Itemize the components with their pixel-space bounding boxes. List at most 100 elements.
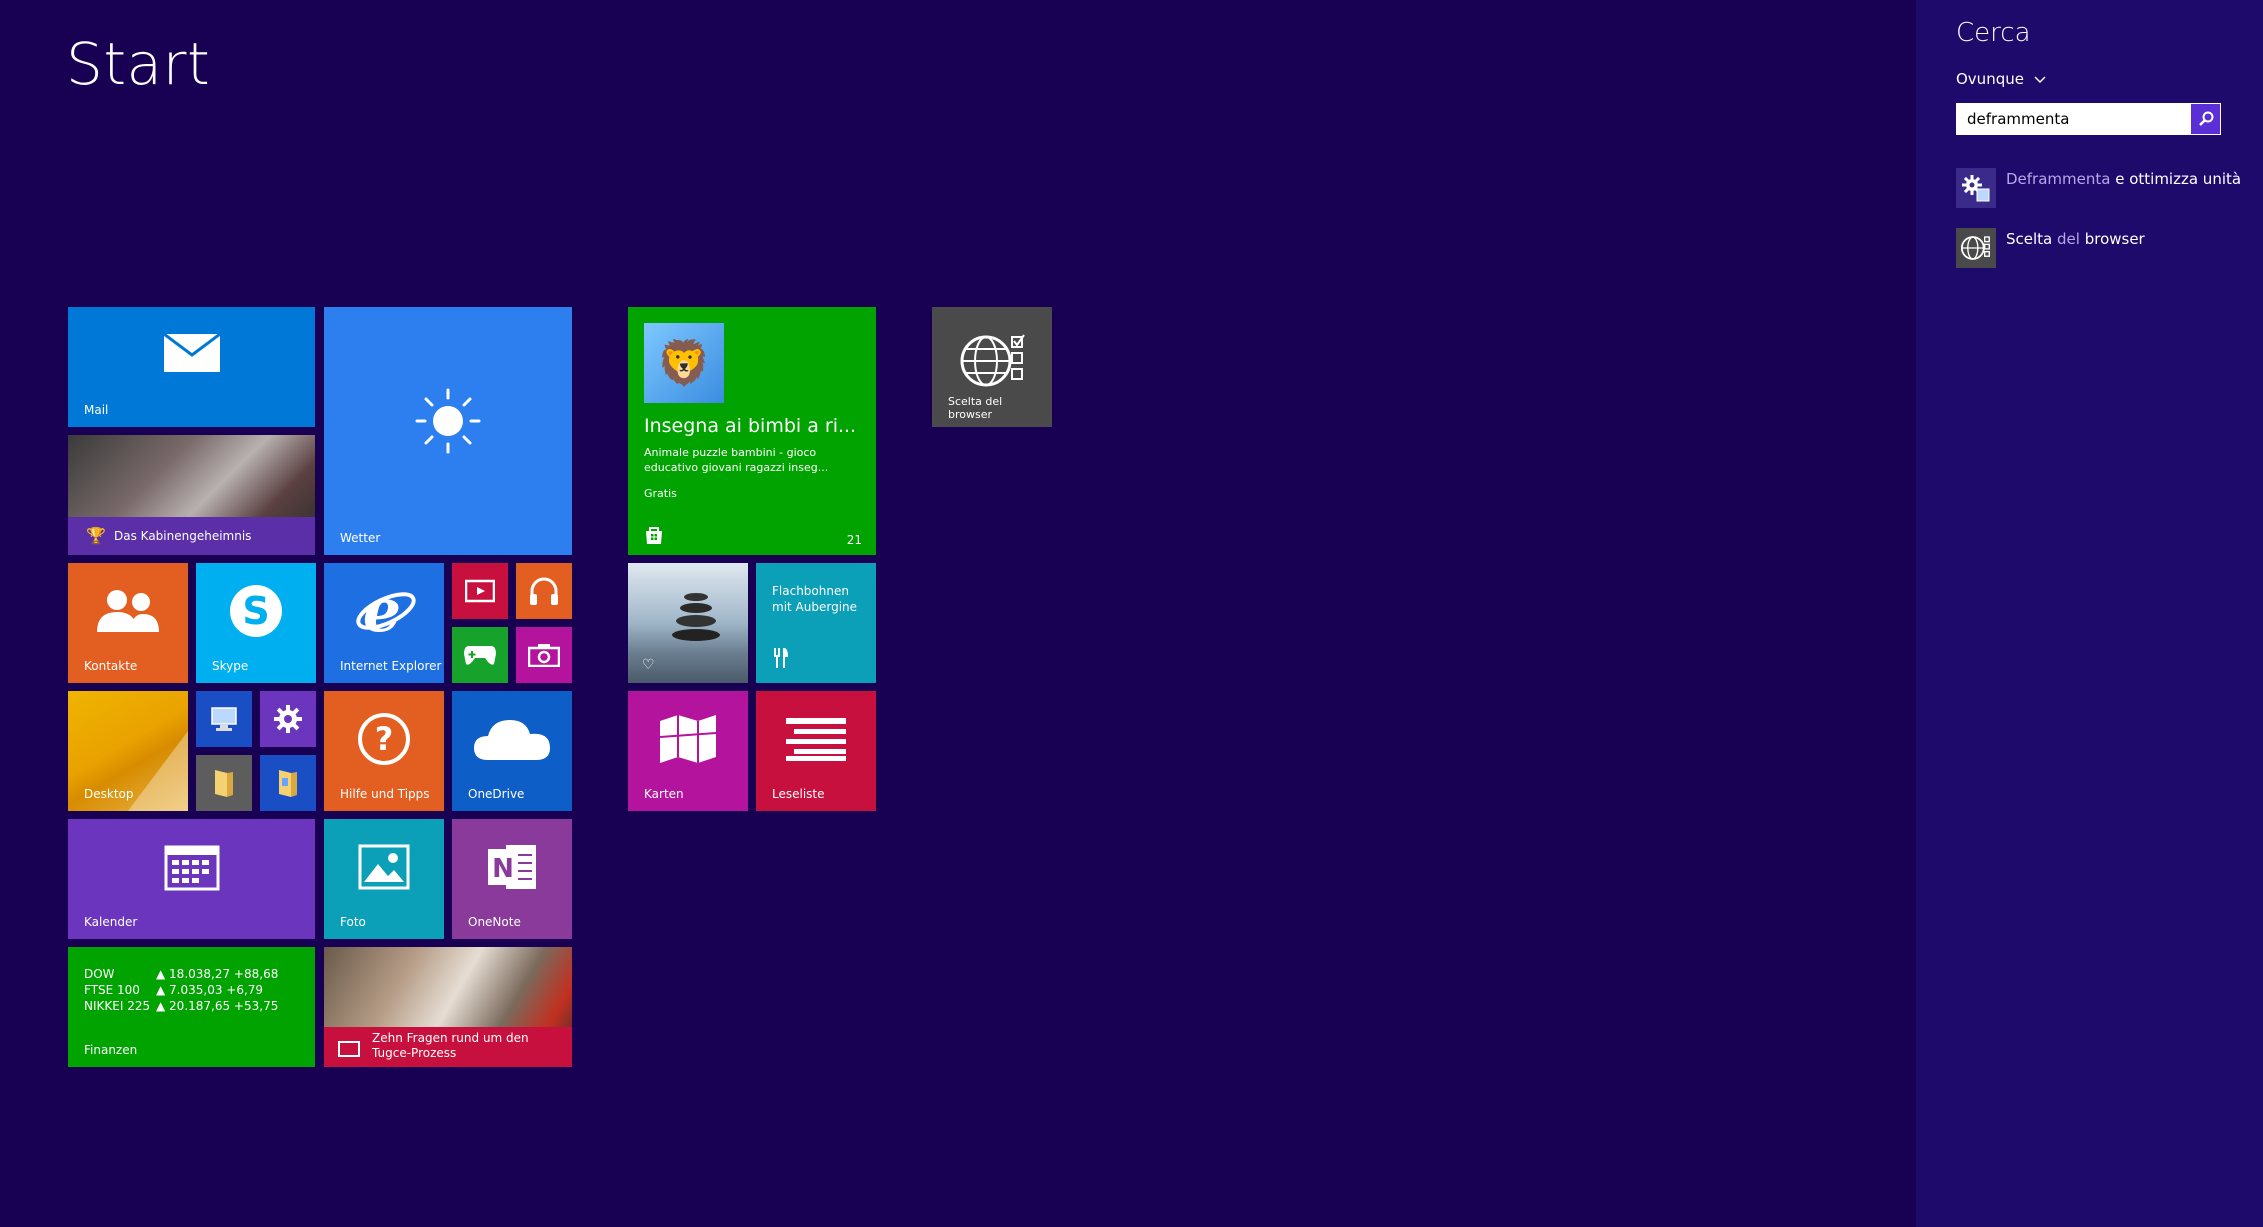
svg-text:e: e <box>363 579 401 643</box>
finance-value: ▲ 20.187,65 +53,75 <box>156 999 279 1013</box>
finance-row: FTSE 100 ▲ 7.035,03 +6,79 <box>84 983 263 997</box>
tile-skype[interactable]: S Skype <box>196 563 316 683</box>
tile-weather[interactable]: Wetter <box>324 307 572 555</box>
globe-checklist-icon <box>958 331 1028 395</box>
tile-label: Wetter <box>340 531 381 545</box>
store-app-title: Insegna ai bimbi a ri... <box>644 415 857 437</box>
tile-label: Kalender <box>84 915 138 929</box>
search-result-browser-choice[interactable]: Scelta del browser <box>1956 228 2145 268</box>
svg-text:?: ? <box>375 720 394 758</box>
search-result-rest: e ottimizza unità <box>2110 170 2242 188</box>
tile-people[interactable]: Kontakte <box>68 563 188 683</box>
search-icon <box>2198 111 2213 126</box>
photo-icon <box>324 819 444 915</box>
tile-settings[interactable] <box>260 691 316 747</box>
tile-video[interactable] <box>452 563 508 619</box>
search-button[interactable] <box>2190 104 2220 134</box>
fork-knife-icon <box>772 647 790 673</box>
mail-icon <box>68 307 315 399</box>
app-thumbnail: 🦁 <box>644 323 724 403</box>
tile-label: Internet Explorer <box>340 659 442 673</box>
tile-calendar[interactable]: Kalender <box>68 819 315 939</box>
store-app-price: Gratis <box>644 487 677 500</box>
tile-label: OneNote <box>468 915 521 929</box>
finance-value: ▲ 18.038,27 +88,68 <box>156 967 279 981</box>
cloud-icon <box>452 691 572 787</box>
headphones-icon <box>516 563 572 619</box>
search-scope-label: Ovunque <box>1956 70 2024 88</box>
people-icon <box>68 563 188 659</box>
chevron-down-icon <box>2034 70 2046 88</box>
tile-finance[interactable]: DOW ▲ 18.038,27 +88,68 FTSE 100 ▲ 7.035,03… <box>68 947 315 1067</box>
documents-folder-icon <box>260 755 316 811</box>
finance-row: DOW ▲ 18.038,27 +88,68 <box>84 967 278 981</box>
tile-maps[interactable]: Karten <box>628 691 748 811</box>
tile-label: OneDrive <box>468 787 525 801</box>
tile-documents[interactable] <box>260 755 316 811</box>
start-title: Start <box>66 30 211 98</box>
tile-camera[interactable] <box>516 627 572 683</box>
reading-list-icon <box>756 691 876 787</box>
internet-explorer-icon: e <box>324 563 444 659</box>
tile-label: Hilfe und Tipps <box>340 787 430 801</box>
tile-reading-list[interactable]: Leseliste <box>756 691 876 811</box>
tile-label: Kontakte <box>84 659 138 673</box>
tile-news[interactable]: Zehn Fragen rund um den Tugce-Prozess <box>324 947 572 1067</box>
store-app-count: 21 <box>846 533 862 547</box>
tile-label: Das Kabinengeheimnis <box>114 529 252 543</box>
tile-food[interactable]: Flachbohnen mit Aubergine <box>756 563 876 683</box>
tile-label: Skype <box>212 659 249 673</box>
svg-text:S: S <box>242 589 269 633</box>
tile-music[interactable] <box>516 563 572 619</box>
tile-desktop[interactable]: Desktop <box>68 691 188 811</box>
tile-label: Finanzen <box>84 1043 138 1057</box>
tile-label: Zehn Fragen rund um den Tugce-Prozess <box>372 1031 529 1060</box>
tile-help-tips[interactable]: ? Hilfe und Tipps <box>324 691 444 811</box>
tile-label: Scelta del browser <box>948 395 1003 421</box>
tile-photos[interactable]: Foto <box>324 819 444 939</box>
finance-index: FTSE 100 <box>84 983 140 997</box>
defrag-icon <box>1956 168 1996 208</box>
svg-text:N: N <box>492 854 514 884</box>
store-app-description: Animale puzzle bambini - gioco educativo… <box>644 446 829 474</box>
tile-this-pc[interactable] <box>196 691 252 747</box>
gamepad-icon <box>452 627 508 683</box>
finance-value: ▲ 7.035,03 +6,79 <box>156 983 264 997</box>
tile-sport-news[interactable]: 🏆 Das Kabinengeheimnis <box>68 435 315 555</box>
search-result-rest: browser <box>2079 230 2145 248</box>
tile-mail[interactable]: Mail <box>68 307 315 427</box>
search-result-text: Deframmenta e ottimizza unità <box>2006 170 2241 188</box>
store-icon <box>644 525 664 545</box>
gear-icon <box>260 691 316 747</box>
tile-label: Leseliste <box>772 787 825 801</box>
tile-store-app[interactable]: 🦁 Insegna ai bimbi a ri... Animale puzzl… <box>628 307 876 555</box>
map-icon <box>628 691 748 787</box>
calendar-icon <box>68 819 315 915</box>
tile-label: Desktop <box>84 787 134 801</box>
skype-icon: S <box>196 563 316 659</box>
search-pane-title: Cerca <box>1956 18 2031 48</box>
search-scope-dropdown[interactable]: Ovunque <box>1956 70 2046 88</box>
video-icon <box>452 563 508 619</box>
globe-checklist-icon <box>1956 228 1996 268</box>
search-input[interactable] <box>1957 104 2190 134</box>
tile-onedrive[interactable]: OneDrive <box>452 691 572 811</box>
question-icon: ? <box>324 691 444 787</box>
tile-onenote[interactable]: N OneNote <box>452 819 572 939</box>
tile-label: Flachbohnen mit Aubergine <box>772 584 858 614</box>
search-result-pre: Scelta <box>2006 230 2058 248</box>
folder-icon <box>196 755 252 811</box>
camera-icon <box>516 627 572 683</box>
tile-games[interactable] <box>452 627 508 683</box>
tile-label: Mail <box>84 403 109 417</box>
tile-health[interactable]: ♡ <box>628 563 748 683</box>
search-result-defrag[interactable]: Deframmenta e ottimizza unità <box>1956 168 2241 208</box>
tile-file-explorer[interactable] <box>196 755 252 811</box>
tile-browser-choice[interactable]: Scelta del browser <box>932 307 1052 427</box>
sun-icon <box>324 307 572 535</box>
finance-index: DOW <box>84 967 115 981</box>
tile-internet-explorer[interactable]: e Internet Explorer <box>324 563 444 683</box>
search-result-highlight: Deframmenta <box>2006 170 2111 188</box>
heart-pulse-icon: ♡ <box>642 657 655 673</box>
trophy-icon: 🏆 <box>86 526 106 545</box>
